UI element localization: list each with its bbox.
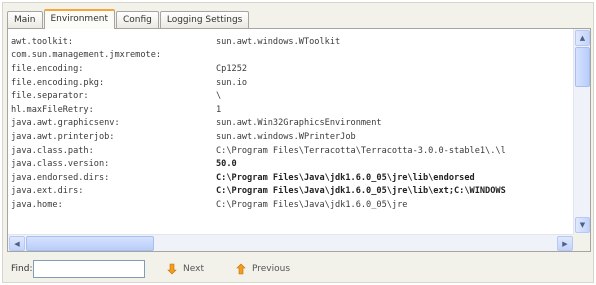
scroll-down-icon[interactable]: ▼	[575, 217, 590, 233]
property-value: sun.awt.windows.WPrinterJob	[216, 131, 356, 142]
property-key: java.awt.graphicsenv:	[11, 118, 120, 129]
property-row[interactable]: awt.toolkit: sun.awt.windows.WToolkit	[8, 35, 574, 49]
property-row[interactable]: file.encoding.pkg: sun.io	[8, 76, 574, 90]
property-row[interactable]: java.class.version: 50.0	[8, 157, 574, 171]
arrow-down-icon	[167, 263, 179, 275]
property-value: C:\Program Files\Java\jdk1.6.0_05\jre\li…	[216, 186, 506, 197]
property-key: java.awt.printerjob:	[11, 131, 115, 142]
previous-button[interactable]: Previous	[236, 263, 290, 275]
tab-environment[interactable]: Environment	[43, 9, 115, 29]
property-row[interactable]: java.ext.dirs: C:\Program Files\Java\jdk1…	[8, 185, 574, 199]
scroll-up-icon[interactable]: ▲	[575, 30, 590, 46]
property-key: file.encoding:	[11, 63, 84, 74]
environment-panel: awt.toolkit: sun.awt.windows.WToolkit com.…	[7, 28, 591, 252]
property-row[interactable]: hl.maxFileRetry: 1	[8, 103, 574, 117]
previous-label: Previous	[251, 264, 291, 274]
property-value: 50.0	[216, 159, 237, 170]
find-input[interactable]	[33, 260, 145, 278]
property-row[interactable]: java.endorsed.dirs: C:\Program Files\Java…	[8, 171, 574, 185]
tab-main[interactable]: Main	[7, 11, 43, 29]
tab-logging-settings[interactable]: Logging Settings	[159, 11, 250, 29]
property-key: awt.toolkit:	[11, 36, 74, 47]
property-row[interactable]: java.awt.printerjob: sun.awt.windows.WPri…	[8, 130, 574, 144]
property-key: java.class.path:	[11, 145, 94, 156]
scrollbar-corner	[573, 234, 590, 251]
vertical-scroll-thumb[interactable]	[575, 47, 590, 87]
property-row[interactable]: java.class.path: C:\Program Files\Terraco…	[8, 144, 574, 158]
property-value: C:\Program Files\Java\jdk1.6.0_05\jre	[216, 199, 408, 210]
horizontal-scroll-thumb[interactable]	[26, 236, 154, 251]
property-key: java.endorsed.dirs:	[11, 172, 110, 183]
find-bar: Find: Next Previous	[7, 256, 591, 282]
horizontal-scrollbar[interactable]: ◀ ▶	[8, 234, 574, 251]
tab-strip: Main Environment Config Logging Settings	[7, 9, 250, 29]
property-value: Cp1252	[216, 63, 248, 74]
property-value: \	[216, 91, 222, 102]
property-value: sun.awt.windows.WToolkit	[216, 36, 341, 47]
property-value: sun.io	[216, 77, 248, 88]
property-value: C:\Program Files\Terracotta\Terracotta-3…	[216, 145, 506, 156]
tab-config[interactable]: Config	[115, 11, 159, 29]
property-row[interactable]: java.home: C:\Program Files\Java\jdk1.6.0…	[8, 198, 574, 212]
property-key: java.home:	[11, 199, 63, 210]
next-label: Next	[183, 264, 204, 274]
property-key: file.encoding.pkg:	[11, 77, 105, 88]
property-key: com.sun.management.jmxremote:	[11, 50, 162, 61]
property-row[interactable]: java.awt.graphicsenv: sun.awt.Win32Graphi…	[8, 117, 574, 131]
next-button[interactable]: Next	[167, 263, 204, 275]
property-key: java.ext.dirs:	[11, 186, 84, 197]
scroll-right-icon[interactable]: ▶	[557, 236, 573, 251]
property-value: 1	[216, 104, 222, 115]
property-list[interactable]: awt.toolkit: sun.awt.windows.WToolkit com.…	[8, 29, 574, 234]
property-value: C:\Program Files\Java\jdk1.6.0_05\jre\li…	[216, 172, 475, 183]
property-row[interactable]: file.encoding: Cp1252	[8, 62, 574, 76]
find-label: Find:	[11, 264, 33, 274]
arrow-up-icon	[236, 263, 248, 275]
property-key: hl.maxFileRetry:	[11, 104, 94, 115]
property-key: file.separator:	[11, 91, 89, 102]
property-row[interactable]: file.separator: \	[8, 89, 574, 103]
environment-window: Main Environment Config Logging Settings…	[2, 2, 594, 283]
property-value: sun.awt.Win32GraphicsEnvironment	[216, 118, 382, 129]
property-key: java.class.version:	[11, 159, 110, 170]
property-row[interactable]: com.sun.management.jmxremote:	[8, 49, 574, 63]
scroll-left-icon[interactable]: ◀	[9, 236, 25, 251]
vertical-scrollbar[interactable]: ▲ ▼	[573, 29, 590, 234]
